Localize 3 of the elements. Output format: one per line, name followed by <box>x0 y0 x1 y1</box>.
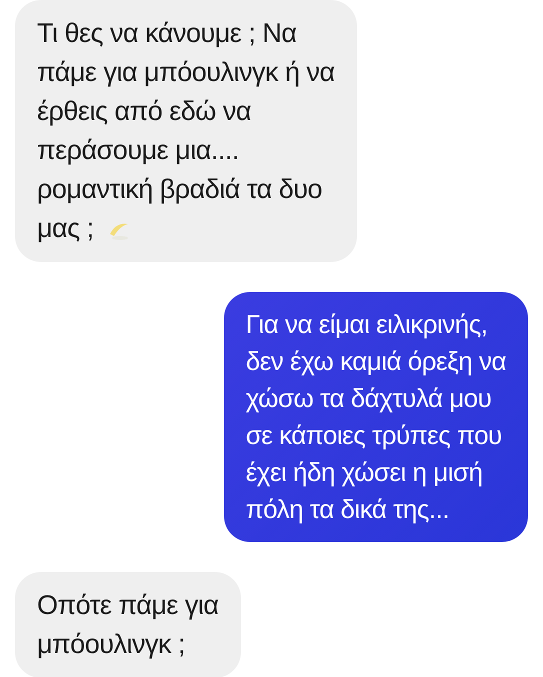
message-text: Τι θες να κάνουμε ; Να πάμε για μπόουλινγκ ή να έρθεις από εδώ να περάσουμε μια.... ρομαντική βραδιά τα δυο μας ; <box>37 18 335 243</box>
message-text: Οπότε πάμε για μπόουλινγκ ; <box>37 590 219 659</box>
message-text: Για να είμαι ειλικρινής, δεν έχω καμιά όρεξη να χώσω τα δάχτυλά μου σε κάποιες τρύπες που έχει ήδη χώσει η μισή πόλη τα δικά της... <box>246 309 506 524</box>
